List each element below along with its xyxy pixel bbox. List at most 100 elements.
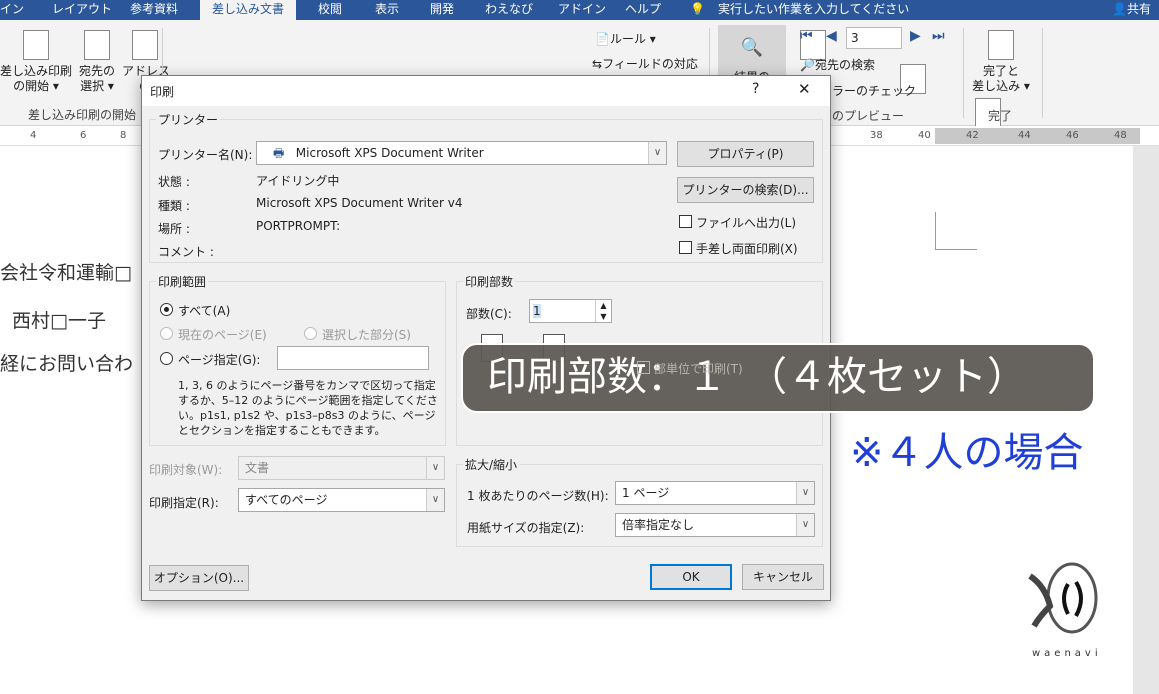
collate-checkbox[interactable] <box>637 361 650 374</box>
status-value: アイドリング中 <box>256 174 340 188</box>
ruler-tick: 38 <box>870 130 883 141</box>
ruler-tick: 6 <box>80 130 87 141</box>
ruler-tick: 44 <box>1018 130 1031 141</box>
tell-me-search[interactable]: 実行したい作業を入力してください <box>718 0 909 20</box>
print-to-file-checkbox[interactable] <box>679 215 692 228</box>
collate-page-icon <box>481 334 503 362</box>
range-selection-radio[interactable] <box>304 327 317 340</box>
range-pages-radio[interactable] <box>160 352 173 365</box>
group-label-preview: のプレビュー <box>832 109 905 123</box>
manual-duplex-label: 手差し両面印刷(X) <box>696 242 798 256</box>
tab-addins[interactable]: アドイン <box>558 0 606 20</box>
first-record-icon[interactable]: ⏮ <box>800 28 813 44</box>
finish-merge-icon <box>988 30 1014 60</box>
label: の開始 ▾ <box>13 79 59 93</box>
range-pages-label: ページ指定(G): <box>178 353 261 367</box>
tab-waenavi[interactable]: わえなび <box>485 0 533 20</box>
margin-marker <box>935 212 977 250</box>
ruler-tick: 4 <box>30 130 37 141</box>
scale-label: 用紙サイズの指定(Z): <box>467 521 585 535</box>
next-record-icon[interactable]: ▶ <box>910 28 921 44</box>
tab-references[interactable]: 参考資料 <box>130 0 178 20</box>
lightbulb-icon: 💡 <box>690 2 705 16</box>
find-printer-button[interactable]: プリンターの検索(D)... <box>677 177 814 203</box>
label: 宛先の検索 <box>814 58 875 72</box>
comment-label: コメント : <box>158 245 214 259</box>
ruler-tick: 40 <box>918 130 931 141</box>
tab-developer[interactable]: 開発 <box>430 0 454 20</box>
preview-abc-icon: 🔍 <box>740 37 764 58</box>
ruler-tick: 8 <box>120 130 127 141</box>
help-button[interactable]: ? <box>752 81 759 97</box>
rules-button[interactable]: 📄ルール ▾ <box>595 30 656 47</box>
record-number-input[interactable]: 3 <box>846 27 902 49</box>
tab-review[interactable]: 校閲 <box>318 0 342 20</box>
ruler-tick: 46 <box>1066 130 1079 141</box>
scale-select[interactable]: 倍率指定なし ∨ <box>615 513 815 537</box>
document-line: 経にお問い合わ <box>0 353 134 375</box>
chevron-down-icon: ∨ <box>426 457 444 479</box>
check-errors-button[interactable]: ラーのチェック <box>832 82 916 99</box>
collate-page-icon <box>543 334 565 362</box>
dialog-title-bar: 印刷 ? ✕ <box>142 76 830 106</box>
tab-view[interactable]: 表示 <box>375 0 399 20</box>
tab-layout[interactable]: レイアウト <box>52 0 112 20</box>
printer-icon: 🖶 <box>273 146 285 160</box>
previous-record-icon[interactable]: ◀ <box>826 28 837 44</box>
print-label: 印刷指定(R): <box>149 496 219 510</box>
close-button[interactable]: ✕ <box>798 80 811 98</box>
copies-group: 印刷部数 部数(C): 1 ▲ ▼ 部単位で印刷(T) <box>456 273 823 446</box>
tab-help[interactable]: ヘルプ <box>625 0 661 20</box>
chevron-down-icon: ∨ <box>426 489 444 511</box>
print-select[interactable]: すべてのページ ∨ <box>238 488 445 512</box>
print-to-file-label: ファイルへ出力(L) <box>696 216 797 230</box>
share-button[interactable]: 👤共有 <box>1112 0 1151 20</box>
ruler-tick: 48 <box>1114 130 1127 141</box>
label: フィールドの対応 <box>602 57 698 71</box>
range-current-radio[interactable] <box>160 327 173 340</box>
select-recipients-button[interactable]: 宛先の 選択 ▾ <box>74 30 120 94</box>
svg-text:waenavi: waenavi <box>1032 648 1102 659</box>
chevron-down-icon: ∨ <box>796 482 814 504</box>
label: 完了と <box>982 64 1019 78</box>
copies-spinner[interactable]: ▲ ▼ <box>595 300 611 322</box>
pages-input[interactable] <box>277 346 429 370</box>
printer-name-value: Microsoft XPS Document Writer <box>295 146 484 160</box>
range-current-label: 現在のページ(E) <box>178 328 267 342</box>
options-button[interactable]: オプション(O)... <box>149 565 249 591</box>
label: ルール ▾ <box>609 32 656 46</box>
range-selection-label: 選択した部分(S) <box>322 328 411 342</box>
ribbon-tab-bar: イン レイアウト 参考資料 差し込み文書 校閲 表示 開発 わえなび アドイン … <box>0 0 1159 20</box>
print-dialog: 印刷 ? ✕ プリンター プリンター名(N): 🖶 Microsoft XPS … <box>141 75 831 601</box>
range-all-radio[interactable] <box>160 303 173 316</box>
print-range-group: 印刷範囲 すべて(A) 現在のページ(E) 選択した部分(S) ページ指定(G)… <box>149 273 446 446</box>
print-what-value: 文書 <box>245 461 270 475</box>
label: 宛先の <box>78 64 115 78</box>
share-label: 共有 <box>1126 2 1151 16</box>
finish-merge-button[interactable]: 完了と 差し込み ▾ <box>968 30 1034 94</box>
status-label: 状態 : <box>158 175 190 189</box>
copies-value: 1 <box>533 304 541 318</box>
cancel-button[interactable]: キャンセル <box>742 564 824 590</box>
copies-input[interactable]: 1 ▲ ▼ <box>529 299 612 323</box>
find-recipient-button[interactable]: 🔎宛先の検索 <box>800 56 875 73</box>
printer-name-select[interactable]: 🖶 Microsoft XPS Document Writer ∨ <box>256 141 667 165</box>
tab-design[interactable]: イン <box>0 0 24 20</box>
start-mail-merge-button[interactable]: 差し込み印刷 の開始 ▾ <box>0 30 72 94</box>
match-fields-button[interactable]: ⇆フィールドの対応 <box>592 55 698 72</box>
collate-label: 部単位で印刷(T) <box>654 362 743 376</box>
group-title: 印刷部数 <box>463 273 516 290</box>
vertical-scrollbar[interactable] <box>1133 146 1159 694</box>
label: 選択 ▾ <box>80 79 114 93</box>
tab-mailings[interactable]: 差し込み文書 <box>200 0 297 20</box>
ok-button[interactable]: OK <box>650 564 732 590</box>
type-label: 種類 : <box>158 199 190 213</box>
last-record-icon[interactable]: ⏭ <box>932 28 945 44</box>
caption-note: ※４人の場合 <box>850 430 1084 476</box>
pages-per-sheet-select[interactable]: 1 ページ ∨ <box>615 481 815 505</box>
dialog-title: 印刷 <box>150 85 175 99</box>
print-what-select[interactable]: 文書 ∨ <box>238 456 445 480</box>
group-label-finish: 完了 <box>988 109 1013 123</box>
properties-button[interactable]: プロパティ(P) <box>677 141 814 167</box>
manual-duplex-checkbox[interactable] <box>679 241 692 254</box>
